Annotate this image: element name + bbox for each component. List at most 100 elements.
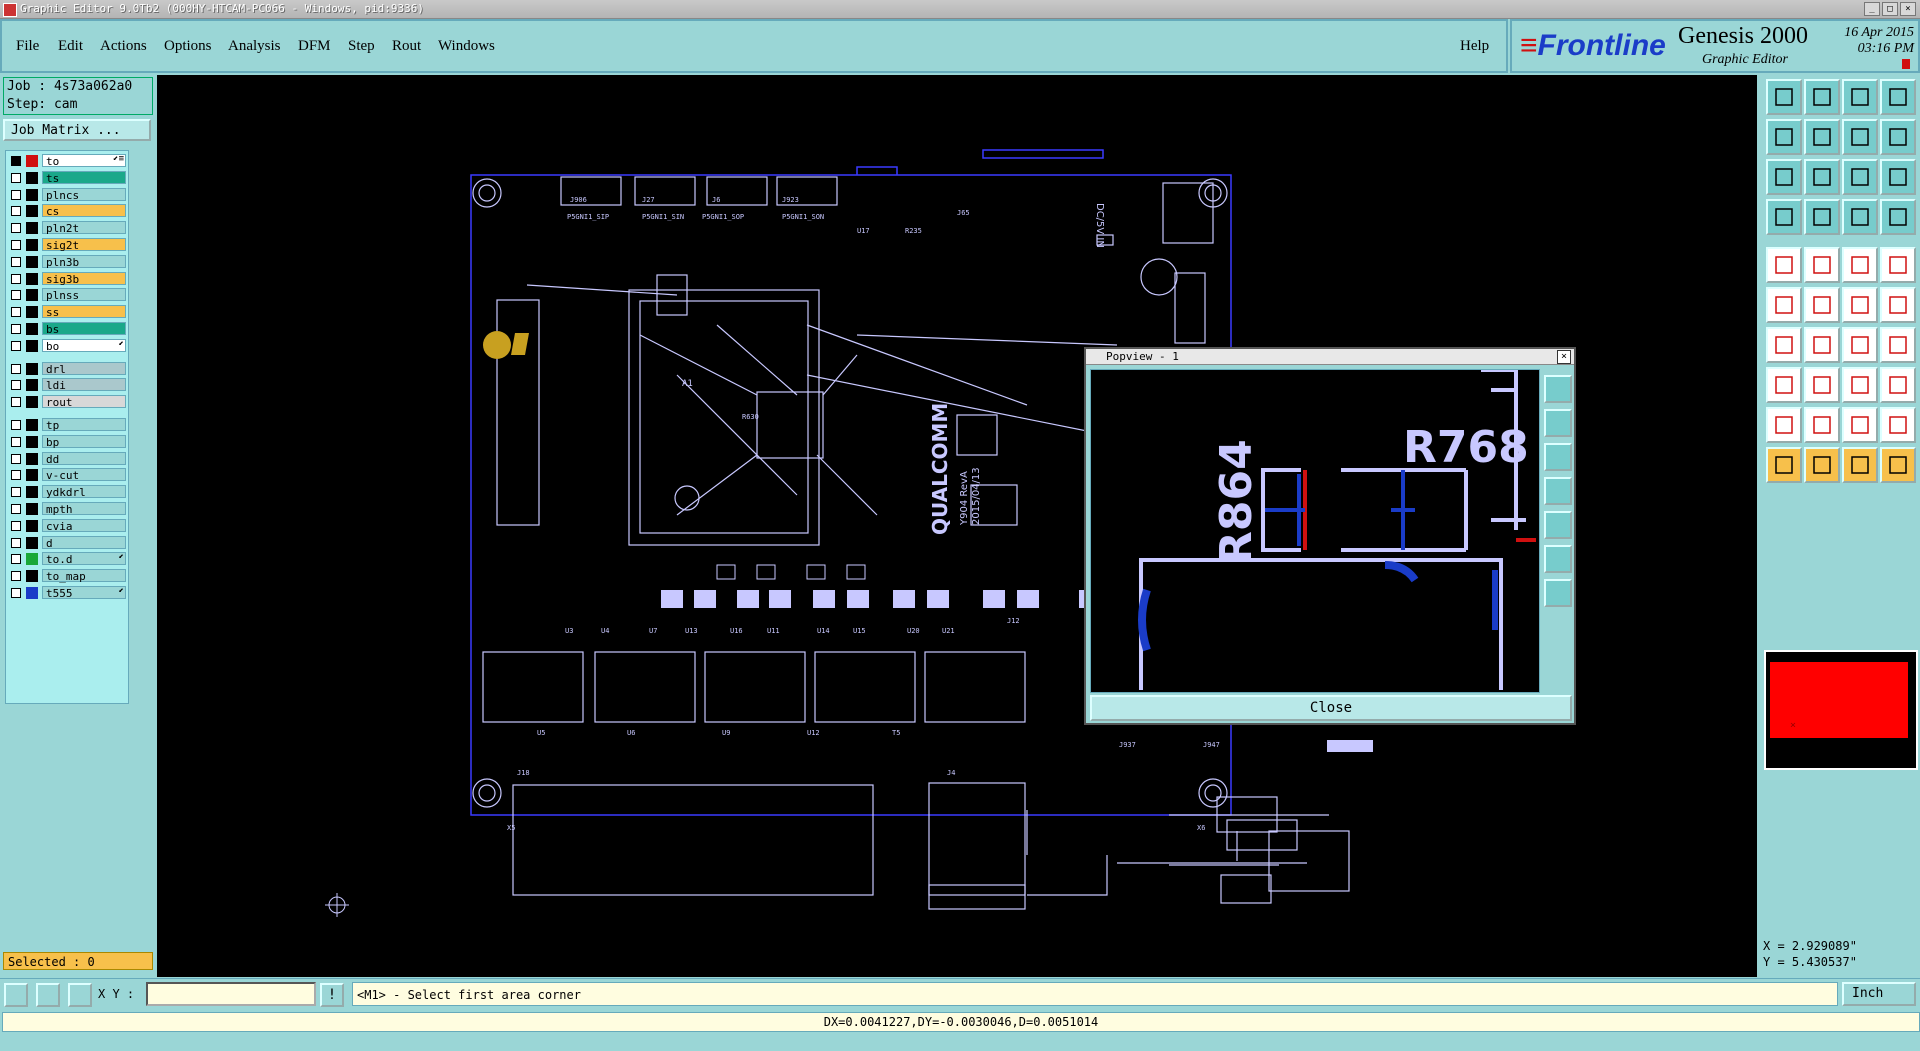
zoom-fit-icon[interactable]: [1766, 159, 1802, 195]
layer-color-swatch[interactable]: [26, 486, 38, 499]
layer-checkbox[interactable]: [11, 453, 21, 464]
layer-checkbox[interactable]: [11, 156, 21, 166]
layer-row-pln2t[interactable]: pln2t: [8, 221, 126, 235]
layer-row-plnss[interactable]: plnss: [8, 288, 126, 302]
layout-icon[interactable]: [1880, 79, 1916, 115]
menu-rout[interactable]: Rout: [392, 38, 421, 55]
edit-icon[interactable]: [1804, 247, 1840, 283]
popview-fit-button[interactable]: [1544, 443, 1572, 471]
layer-color-swatch[interactable]: [26, 239, 38, 251]
popview-zoom-out-button[interactable]: [1544, 409, 1572, 437]
layer-color-swatch[interactable]: [26, 587, 38, 599]
menu-analysis[interactable]: Analysis: [228, 38, 281, 55]
layer-row-ts[interactable]: ts: [8, 170, 126, 185]
layer-checkbox[interactable]: [11, 307, 21, 318]
layer-row-pln3b[interactable]: pln3b: [8, 254, 126, 269]
layer-name[interactable]: pln3b: [42, 254, 126, 269]
popview-close-button[interactable]: Close: [1090, 695, 1572, 721]
popview-close-icon[interactable]: ×: [1557, 350, 1571, 364]
layer-row-to[interactable]: to ⬋≡: [8, 154, 126, 168]
layer-row-sig3b[interactable]: sig3b: [8, 271, 126, 286]
layer-name[interactable]: dd: [42, 451, 126, 466]
layer-row-bs[interactable]: bs: [8, 322, 126, 336]
layer-name[interactable]: ts: [42, 170, 126, 185]
grid-icon[interactable]: [68, 983, 92, 1007]
next-icon[interactable]: [1804, 119, 1840, 155]
zoom-area-icon[interactable]: [1804, 159, 1840, 195]
menu-edit[interactable]: Edit: [58, 38, 83, 55]
snap-icon[interactable]: [1766, 199, 1802, 235]
layer-color-swatch[interactable]: [26, 188, 38, 201]
layer-color-swatch[interactable]: [26, 289, 38, 302]
popview-home-button[interactable]: [1544, 545, 1572, 573]
delete-icon[interactable]: [1804, 367, 1840, 403]
layer-color-swatch[interactable]: [26, 469, 38, 482]
popview-zoom-in-button[interactable]: [1544, 375, 1572, 403]
measure-icon[interactable]: [1842, 199, 1878, 235]
unit-select[interactable]: Inch: [1842, 982, 1916, 1006]
triangle-icon[interactable]: [1766, 407, 1802, 443]
layer-name[interactable]: to.d: [42, 552, 126, 566]
layer-color-swatch[interactable]: [26, 323, 38, 335]
menu-step[interactable]: Step: [348, 38, 375, 55]
stack-icon[interactable]: [1880, 119, 1916, 155]
pointer2-icon[interactable]: [1804, 447, 1840, 483]
layer-color-swatch[interactable]: [26, 222, 38, 235]
layer-checkbox[interactable]: [11, 273, 21, 284]
layer-checkbox[interactable]: [11, 189, 21, 200]
layer-row-drl[interactable]: drl: [8, 361, 126, 376]
open-step-icon[interactable]: [1766, 79, 1802, 115]
layer-row-sig2t[interactable]: sig2t: [8, 238, 126, 252]
layer-checkbox[interactable]: [11, 240, 21, 250]
layer-row-rout[interactable]: rout: [8, 395, 126, 409]
triangle4-icon[interactable]: [1880, 407, 1916, 443]
connect-icon[interactable]: [1842, 287, 1878, 323]
layer-row-cvia[interactable]: cvia: [8, 518, 126, 533]
layer-row-v-cut[interactable]: v-cut: [8, 468, 126, 482]
layer-name[interactable]: cs: [42, 204, 126, 218]
popview-center-button[interactable]: [1544, 579, 1572, 607]
popview-canvas[interactable]: R768 R864: [1090, 368, 1540, 693]
layer-name[interactable]: to_map: [42, 569, 126, 583]
layer-checkbox[interactable]: [11, 397, 21, 408]
layer-name[interactable]: d: [42, 535, 126, 550]
layer-checkbox[interactable]: [11, 504, 21, 514]
layer-checkbox[interactable]: [11, 363, 21, 374]
split-line-icon[interactable]: [1880, 327, 1916, 363]
menu-file[interactable]: File: [16, 38, 39, 55]
layer-name[interactable]: sig3b: [42, 271, 126, 286]
menu-help[interactable]: Help: [1460, 38, 1489, 55]
snap-icon[interactable]: [4, 983, 28, 1007]
report-icon[interactable]: [1880, 199, 1916, 235]
layer-row-bp[interactable]: bp: [8, 434, 126, 449]
layer-row-ydkdrl[interactable]: ydkdrl: [8, 485, 126, 499]
layer-color-swatch[interactable]: [26, 272, 38, 285]
diag-icon[interactable]: [1804, 327, 1840, 363]
pointer-icon[interactable]: [1766, 447, 1802, 483]
layer-color-swatch[interactable]: [26, 503, 38, 515]
feature-select-icon[interactable]: [1766, 247, 1802, 283]
layer-name[interactable]: tp: [42, 418, 126, 432]
menu-windows[interactable]: Windows: [438, 38, 495, 55]
layer-checkbox[interactable]: [11, 420, 21, 430]
pointer3-icon[interactable]: [1842, 447, 1878, 483]
layer-checkbox[interactable]: [11, 436, 21, 447]
line-icon[interactable]: [1766, 327, 1802, 363]
layer-color-swatch[interactable]: [26, 519, 38, 532]
triangle3-icon[interactable]: [1842, 407, 1878, 443]
layer-color-swatch[interactable]: [26, 306, 38, 319]
layer-row-to.d[interactable]: to.d ⬋: [8, 552, 126, 566]
copy-icon[interactable]: [1880, 367, 1916, 403]
layer-checkbox[interactable]: [11, 571, 21, 582]
layer-color-swatch[interactable]: [26, 171, 38, 184]
layer-color-swatch[interactable]: [26, 419, 38, 431]
layer-checkbox[interactable]: [11, 554, 21, 565]
layer-row-ss[interactable]: ss: [8, 305, 126, 319]
layer-row-t555[interactable]: t555 ⬋: [8, 586, 126, 600]
layer-name[interactable]: bo: [42, 338, 126, 353]
layer-name[interactable]: t555: [42, 586, 126, 600]
layer-color-swatch[interactable]: [26, 155, 38, 167]
arc-icon[interactable]: [1842, 327, 1878, 363]
layer-row-d[interactable]: d: [8, 535, 126, 550]
layer-row-mpth[interactable]: mpth: [8, 502, 126, 516]
